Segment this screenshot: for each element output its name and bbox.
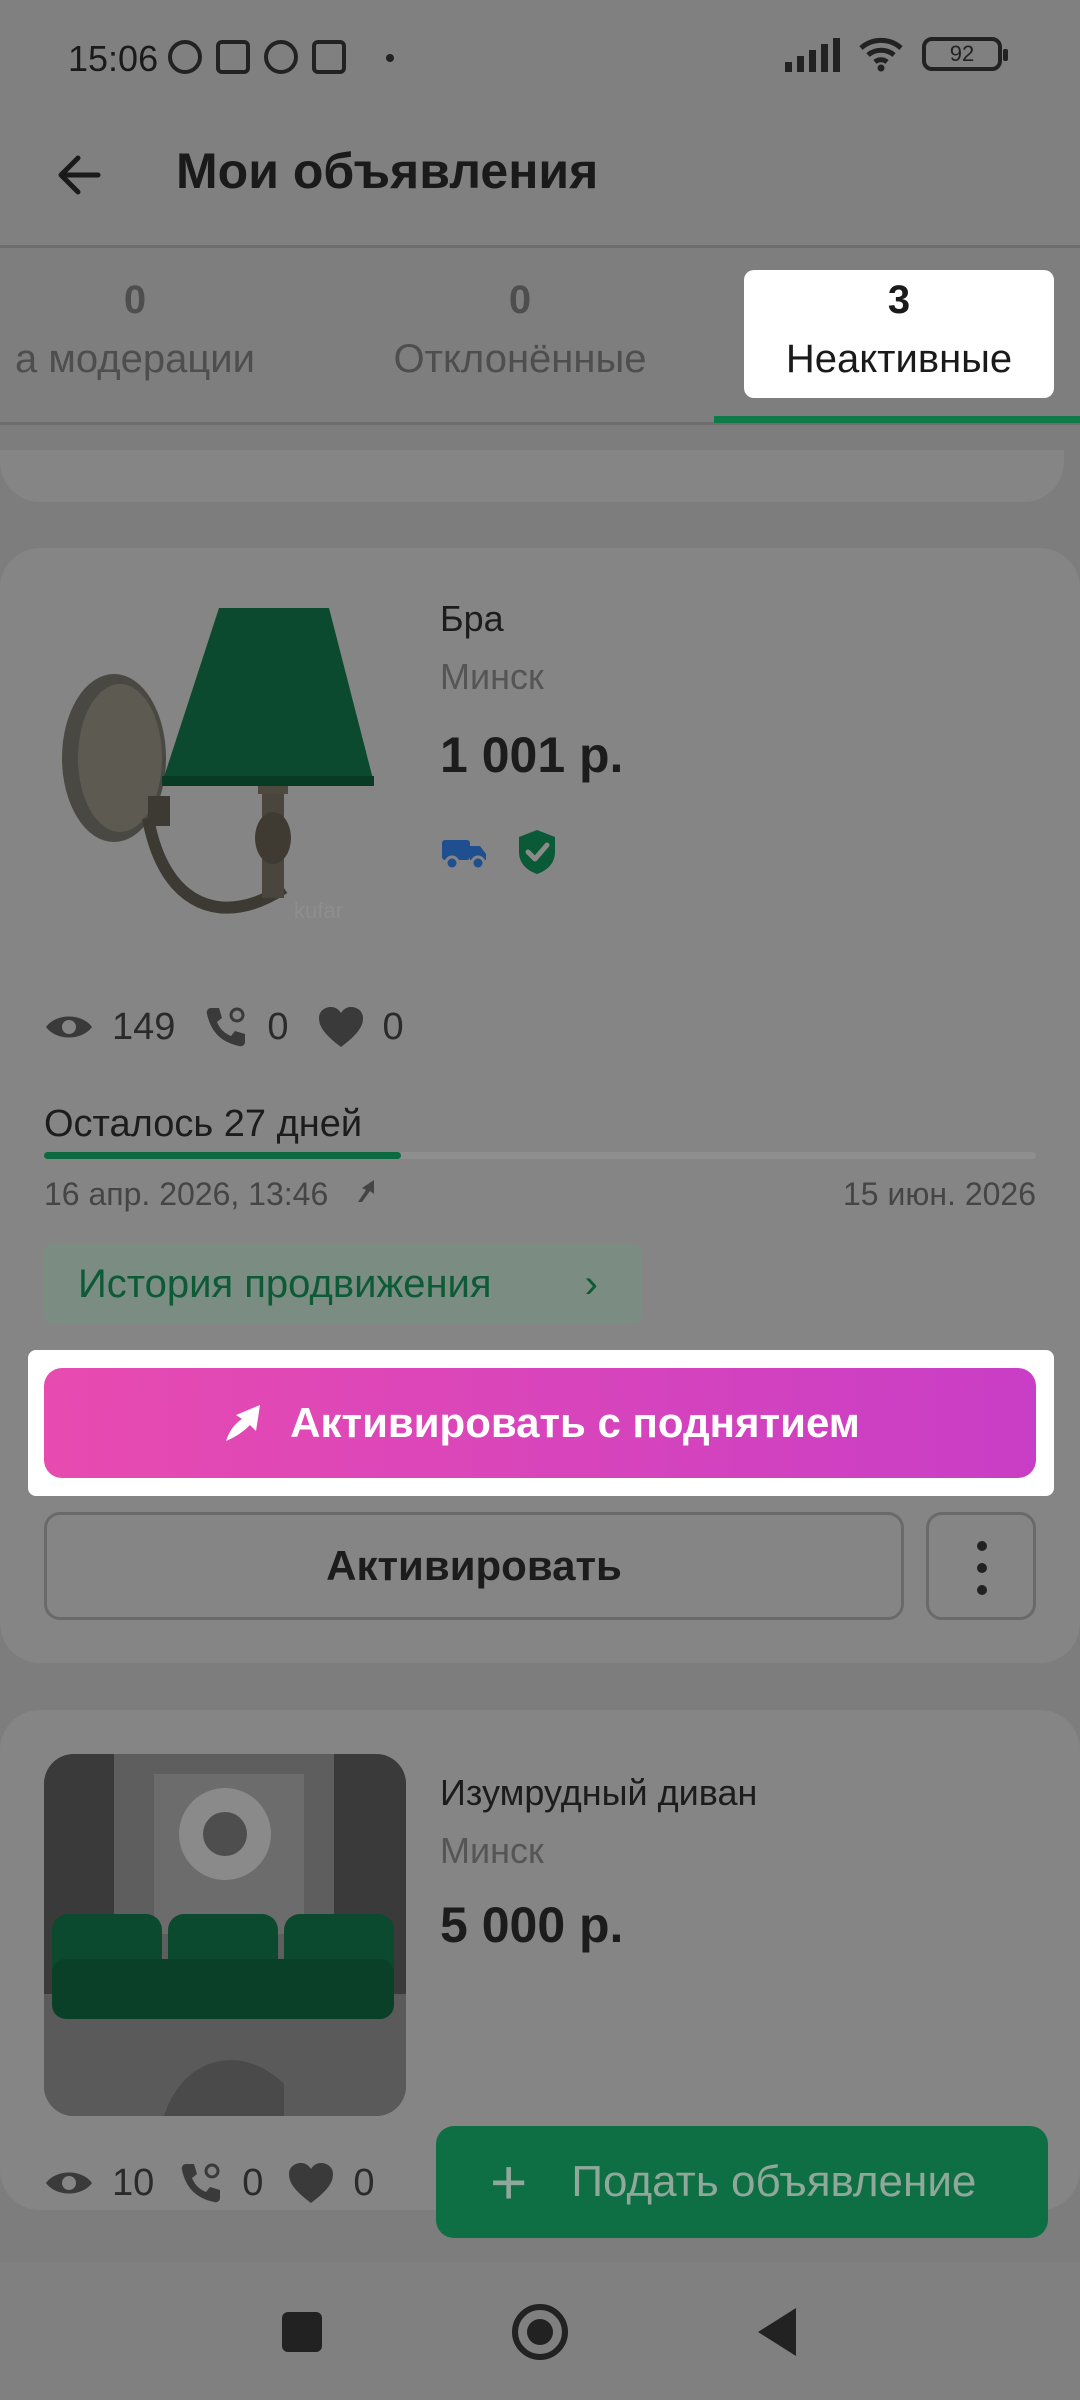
status-notification-icons — [168, 40, 346, 74]
calendar-icon — [312, 40, 346, 74]
tab-bar: 0 а модерации 0 Отклонённые 3 Неактивные — [0, 245, 1080, 425]
likes-count: 0 — [353, 2161, 375, 2204]
more-options-button[interactable] — [926, 1512, 1036, 1620]
calls-stat: 0 — [178, 2160, 263, 2206]
tab-rejected[interactable]: 0 Отклонённые — [370, 278, 670, 382]
listing-price: 5 000 р. — [440, 1897, 624, 1953]
recents-icon[interactable] — [282, 2312, 322, 2352]
app-bar: Мои объявления — [0, 120, 1080, 245]
listing-badges — [440, 828, 558, 876]
activate-with-boost-button[interactable]: Активировать с поднятием — [44, 1368, 1036, 1478]
tab-indicator — [714, 416, 1080, 423]
views-stat: 10 — [44, 2162, 154, 2205]
listing-price: 1 001 р. — [440, 727, 624, 783]
post-ad-label: Подать объявление — [571, 2157, 977, 2206]
boost-button-label: Активировать с поднятием — [290, 1399, 860, 1446]
sim-icon — [216, 40, 250, 74]
plus-icon: + — [490, 2146, 528, 2218]
status-bar: 15:06 92 — [0, 0, 1080, 120]
tab-label: Отклонённые — [393, 337, 647, 381]
watermark: kufar — [294, 898, 343, 923]
previous-card-bottom — [0, 450, 1064, 502]
heart-icon — [318, 1007, 363, 1047]
post-ad-button[interactable]: + Подать объявление — [436, 2126, 1048, 2238]
listing-stats: 10 0 0 — [44, 2160, 375, 2206]
tab-count: 0 — [508, 278, 532, 322]
tab-inactive[interactable]: 3 Неактивные — [744, 270, 1054, 398]
progress-fill — [44, 1152, 402, 1159]
tab-label: Неактивные — [785, 337, 1013, 381]
battery-icon: 92 — [922, 37, 1008, 71]
likes-stat: 0 — [317, 1005, 404, 1049]
likes-count: 0 — [382, 1005, 404, 1048]
system-nav-bar — [0, 2262, 1080, 2400]
listing-title[interactable]: Бра — [440, 598, 504, 640]
remaining-progress-bar — [44, 1152, 1036, 1159]
likes-stat: 0 — [287, 2161, 375, 2205]
promotion-history-button[interactable]: История продвижения › — [44, 1244, 642, 1324]
verified-shield-icon — [519, 830, 555, 874]
eye-icon — [46, 1016, 92, 1038]
calls-count: 0 — [242, 2161, 264, 2204]
start-date: 16 апр. 2026, 13:46 — [44, 1176, 329, 1212]
views-count: 149 — [112, 1005, 176, 1048]
boost-arrow-icon — [358, 1180, 374, 1202]
listing-title[interactable]: Изумрудный диван — [440, 1772, 757, 1814]
wifi-icon — [859, 37, 903, 72]
views-stat: 149 — [44, 1006, 175, 1049]
delivery-truck-icon — [442, 840, 486, 871]
end-date: 15 июн. 2026 — [843, 1176, 1036, 1212]
activate-button[interactable]: Активировать — [44, 1512, 904, 1620]
calls-stat: 0 — [203, 1004, 289, 1050]
boost-arrow-icon — [226, 1405, 261, 1441]
calls-count: 0 — [267, 1005, 289, 1048]
back-triangle-icon[interactable] — [758, 2308, 796, 2356]
status-time: 15:06 — [68, 38, 159, 79]
signal-icon — [785, 36, 840, 72]
alarm-icon — [168, 40, 202, 74]
more-notifications-dot-icon — [386, 54, 394, 62]
listing-photo-sofa[interactable] — [44, 1754, 406, 2116]
eye-icon — [46, 2172, 92, 2194]
heart-icon — [289, 2163, 334, 2203]
tab-label: а модерации — [15, 337, 255, 381]
chevron-right-icon: › — [584, 1262, 598, 1306]
remaining-days: Осталось 27 дней — [44, 1103, 363, 1145]
tab-count: 0 — [123, 278, 147, 322]
back-arrow-icon[interactable] — [50, 145, 110, 205]
listing-stats: 149 0 0 — [44, 1004, 404, 1050]
listing-photo-lamp[interactable]: kufar — [44, 588, 404, 968]
tab-count: 3 — [887, 278, 911, 322]
views-count: 10 — [112, 2161, 155, 2204]
home-icon[interactable] — [512, 2304, 568, 2360]
promotion-history-label: История продвижения — [78, 1262, 492, 1306]
phone-icon — [207, 1007, 246, 1047]
phone-icon — [182, 2163, 221, 2203]
page-title: Мои объявления — [176, 143, 599, 199]
app-icon — [264, 40, 298, 74]
listing-city: Минск — [440, 656, 544, 697]
tab-moderation[interactable]: 0 а модерации — [0, 278, 280, 382]
listing-city: Минск — [440, 1830, 544, 1871]
